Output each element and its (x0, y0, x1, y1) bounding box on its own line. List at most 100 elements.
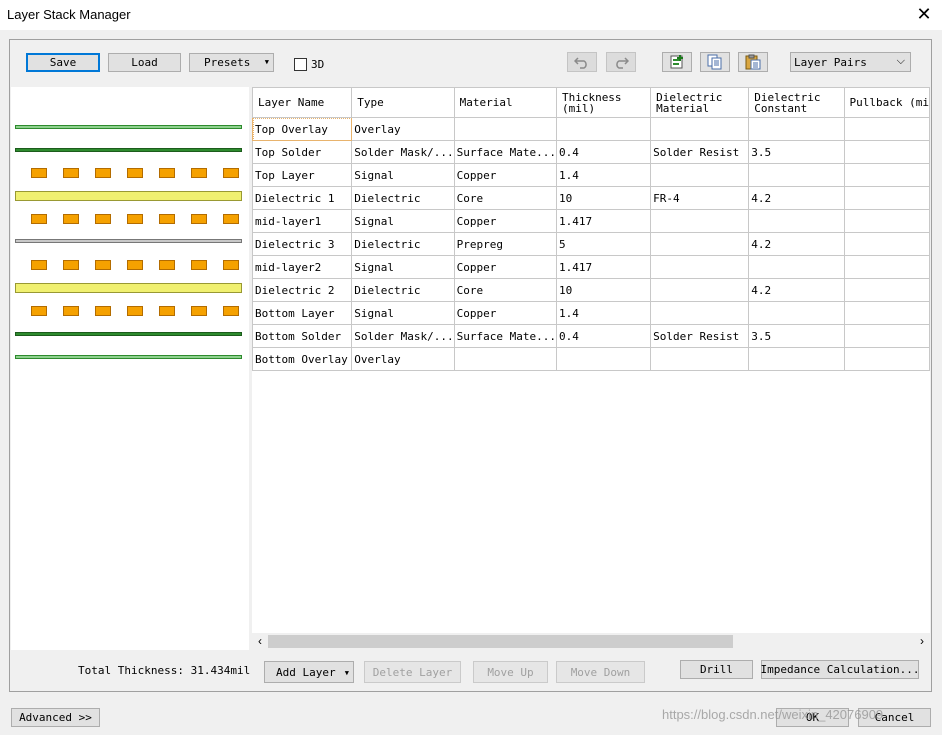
column-header[interactable]: Pullback (mi (843, 87, 930, 118)
3d-checkbox[interactable] (294, 58, 307, 71)
table-cell[interactable] (650, 117, 750, 141)
delete-layer-button[interactable]: Delete Layer (364, 661, 461, 683)
undo-button[interactable] (567, 52, 597, 72)
table-cell[interactable]: Copper (453, 255, 557, 279)
table-row[interactable]: Dielectric 3 Dielectric Prepreg 5 4.2 (252, 232, 930, 256)
drill-button[interactable]: Drill (680, 660, 753, 679)
table-cell[interactable] (843, 324, 930, 348)
table-cell[interactable]: 4.2 (748, 186, 845, 210)
table-cell[interactable]: Copper (453, 209, 557, 233)
table-row[interactable]: mid-layer1 Signal Copper 1.417 (252, 209, 930, 233)
table-row[interactable]: Bottom Layer Signal Copper 1.4 (252, 301, 930, 325)
column-header[interactable]: Type (351, 87, 455, 118)
save-button[interactable]: Save (26, 53, 100, 72)
table-cell[interactable]: Core (453, 278, 557, 302)
table-cell[interactable] (843, 140, 930, 164)
table-cell[interactable]: Solder Mask/... (351, 324, 455, 348)
table-cell[interactable] (650, 232, 750, 256)
table-cell[interactable] (453, 117, 557, 141)
table-row[interactable]: Bottom Overlay Overlay (252, 347, 930, 371)
table-cell[interactable]: Signal (351, 163, 455, 187)
table-cell[interactable] (748, 347, 845, 371)
scrollbar-thumb[interactable] (268, 635, 733, 648)
table-cell[interactable] (843, 117, 930, 141)
table-cell[interactable]: Solder Resist (650, 324, 750, 348)
table-cell[interactable]: Bottom Layer (252, 301, 353, 325)
table-cell[interactable]: Core (453, 186, 557, 210)
table-cell[interactable] (843, 301, 930, 325)
table-cell[interactable]: Dielectric (351, 186, 455, 210)
table-row[interactable]: Dielectric 2 Dielectric Core 10 4.2 (252, 278, 930, 302)
table-cell[interactable] (650, 301, 750, 325)
impedance-calculation-button[interactable]: Impedance Calculation... (761, 660, 919, 679)
table-cell[interactable]: 10 (555, 278, 652, 302)
load-button[interactable]: Load (108, 53, 181, 72)
presets-button[interactable]: Presets ▼ (189, 53, 274, 72)
scroll-right-icon[interactable]: › (915, 633, 929, 650)
table-cell[interactable] (748, 117, 845, 141)
copy-button[interactable] (700, 52, 730, 72)
column-header[interactable]: Dielectric Material (650, 87, 750, 118)
table-cell[interactable]: Overlay (351, 347, 455, 371)
table-cell[interactable]: Surface Mate... (453, 140, 557, 164)
table-cell[interactable] (843, 347, 930, 371)
table-cell[interactable] (748, 209, 845, 233)
table-cell[interactable]: Overlay (351, 117, 455, 141)
table-cell[interactable]: 0.4 (555, 324, 652, 348)
table-cell[interactable]: Bottom Overlay (252, 347, 353, 371)
table-row[interactable]: Dielectric 1 Dielectric Core 10 FR-4 4.2 (252, 186, 930, 210)
redo-button[interactable] (606, 52, 636, 72)
table-cell[interactable]: Top Solder (252, 140, 353, 164)
table-cell[interactable]: 4.2 (748, 278, 845, 302)
table-cell[interactable] (555, 117, 652, 141)
table-cell[interactable]: 3.5 (748, 324, 845, 348)
table-cell[interactable]: Signal (351, 301, 455, 325)
table-cell[interactable] (650, 347, 750, 371)
table-cell[interactable]: Dielectric 3 (252, 232, 353, 256)
column-header[interactable]: Material (453, 87, 557, 118)
table-cell[interactable] (843, 278, 930, 302)
view-select[interactable]: Layer Pairs ⌵ (790, 52, 911, 72)
table-cell[interactable] (748, 163, 845, 187)
table-cell[interactable]: Signal (351, 255, 455, 279)
table-cell[interactable]: Top Layer (252, 163, 353, 187)
table-cell[interactable]: 1.417 (555, 255, 652, 279)
table-cell[interactable]: Solder Mask/... (351, 140, 455, 164)
table-cell[interactable]: mid-layer2 (252, 255, 353, 279)
table-cell[interactable]: Top Overlay (252, 117, 353, 141)
table-cell[interactable]: FR-4 (650, 186, 750, 210)
table-cell[interactable] (748, 301, 845, 325)
horizontal-scrollbar[interactable]: ‹ › (252, 633, 930, 650)
table-cell[interactable] (453, 347, 557, 371)
table-cell[interactable]: Dielectric 2 (252, 278, 353, 302)
column-header[interactable]: Dielectric Constant (748, 87, 845, 118)
table-cell[interactable]: Dielectric 1 (252, 186, 353, 210)
table-cell[interactable] (650, 209, 750, 233)
column-header[interactable]: Thickness (mil) (555, 87, 652, 118)
table-cell[interactable]: mid-layer1 (252, 209, 353, 233)
table-cell[interactable] (650, 163, 750, 187)
table-cell[interactable] (748, 255, 845, 279)
table-cell[interactable]: Dielectric (351, 278, 455, 302)
advanced-button[interactable]: Advanced >> (11, 708, 100, 727)
add-layer-dropdown-button[interactable]: Add Layer ▼ (264, 661, 354, 683)
table-cell[interactable]: 1.4 (555, 301, 652, 325)
table-cell[interactable]: Surface Mate... (453, 324, 557, 348)
close-icon[interactable]: ✕ (913, 4, 935, 24)
table-cell[interactable]: 3.5 (748, 140, 845, 164)
table-cell[interactable]: Copper (453, 163, 557, 187)
scroll-left-icon[interactable]: ‹ (253, 633, 267, 650)
table-row[interactable]: Top Solder Solder Mask/... Surface Mate...… (252, 140, 930, 164)
table-cell[interactable]: 1.4 (555, 163, 652, 187)
move-up-button[interactable]: Move Up (473, 661, 548, 683)
table-cell[interactable]: Dielectric (351, 232, 455, 256)
table-cell[interactable]: Copper (453, 301, 557, 325)
move-down-button[interactable]: Move Down (556, 661, 645, 683)
table-cell[interactable]: Solder Resist (650, 140, 750, 164)
table-cell[interactable]: 10 (555, 186, 652, 210)
table-cell[interactable]: Prepreg (453, 232, 557, 256)
table-cell[interactable] (843, 209, 930, 233)
table-cell[interactable]: Bottom Solder (252, 324, 353, 348)
table-cell[interactable] (650, 278, 750, 302)
layer-grid[interactable]: Layer Name Type Material Thickness (mil)… (252, 87, 930, 650)
